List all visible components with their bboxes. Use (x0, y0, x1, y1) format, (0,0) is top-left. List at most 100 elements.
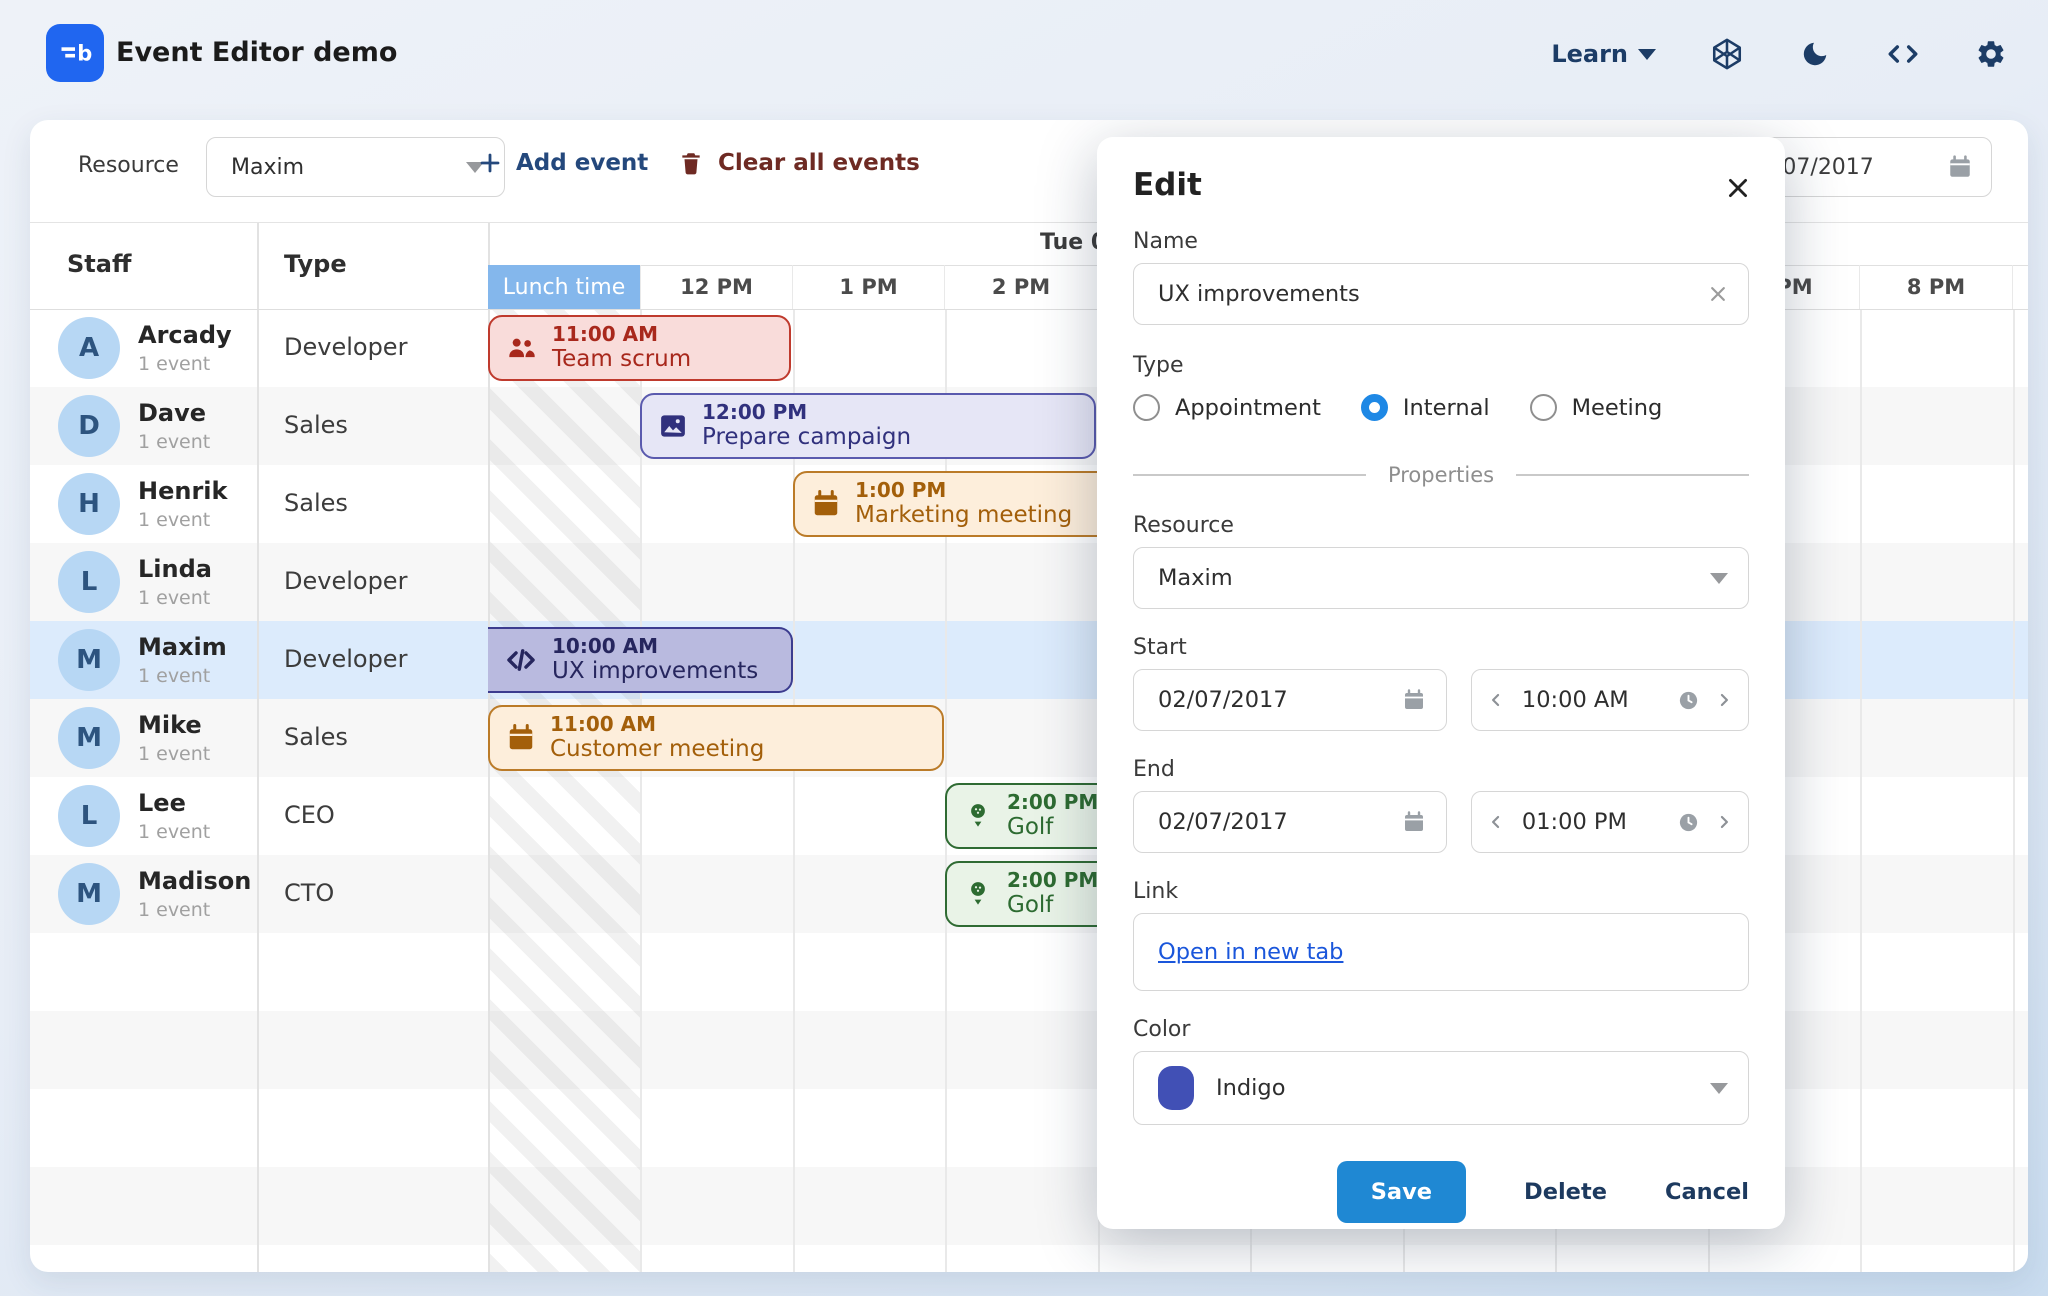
staff-name: Arcady (138, 321, 232, 349)
end-label: End (1133, 757, 1749, 782)
event-title: Golf (1007, 814, 1098, 840)
settings-gear-icon[interactable] (1974, 37, 2008, 71)
end-time-field[interactable]: 01:00 PM (1471, 791, 1749, 853)
event-editor-popup: Edit Name UX improvements Type Appointme… (1097, 137, 1785, 1229)
avatar: L (58, 551, 120, 613)
add-event-label: Add event (516, 150, 648, 176)
radio-icon (1133, 394, 1160, 421)
resource-combo[interactable]: Maxim (206, 137, 505, 197)
event-title: Team scrum (552, 346, 691, 372)
link-field: Open in new tab (1133, 913, 1749, 991)
staff-row-linda[interactable]: L Linda 1 event Developer (30, 543, 488, 621)
staff-event-count: 1 event (138, 743, 210, 765)
delete-button[interactable]: Delete (1524, 1179, 1607, 1205)
event-title: Marketing meeting (855, 502, 1072, 528)
save-button[interactable]: Save (1337, 1161, 1466, 1223)
color-select-value: Indigo (1216, 1075, 1285, 1101)
grid-line (1860, 309, 1862, 1272)
staff-type: CTO (284, 879, 334, 907)
image-icon (658, 411, 688, 441)
color-select[interactable]: Indigo (1133, 1051, 1749, 1125)
cancel-button[interactable]: Cancel (1665, 1179, 1749, 1205)
avatar: M (58, 863, 120, 925)
radio-icon (1530, 394, 1557, 421)
staff-name: Mike (138, 711, 202, 739)
grid-line (640, 309, 642, 1272)
plus-icon (478, 151, 502, 175)
staff-row-lee[interactable]: L Lee 1 event CEO (30, 777, 488, 855)
radio-label: Internal (1403, 395, 1490, 421)
radio-appointment[interactable]: Appointment (1133, 394, 1321, 421)
learn-menu[interactable]: Learn (1551, 40, 1656, 68)
resource-label: Resource (78, 153, 179, 178)
event-time: 2:00 PM (1007, 791, 1098, 814)
event-time: 11:00 AM (550, 713, 764, 736)
code-icon (504, 643, 538, 677)
event-team-scrum[interactable]: 11:00 AM Team scrum (488, 315, 791, 381)
add-event-button[interactable]: Add event (478, 150, 648, 176)
event-customer-meeting[interactable]: 11:00 AM Customer meeting (488, 705, 944, 771)
staff-row-henrik[interactable]: H Henrik 1 event Sales (30, 465, 488, 543)
trash-icon (678, 150, 704, 176)
radio-internal[interactable]: Internal (1361, 394, 1490, 421)
avatar: D (58, 395, 120, 457)
event-prepare-campaign[interactable]: 12:00 PM Prepare campaign (640, 393, 1096, 459)
calendar-icon[interactable] (1402, 810, 1426, 834)
avatar: L (58, 785, 120, 847)
time-increment-chevron-icon[interactable] (1714, 812, 1734, 832)
end-date-field[interactable]: 02/07/2017 (1133, 791, 1447, 853)
code-icon[interactable] (1886, 37, 1920, 71)
start-date-value: 02/07/2017 (1158, 687, 1288, 713)
staff-event-count: 1 event (138, 353, 210, 375)
dark-mode-moon-icon[interactable] (1798, 37, 1832, 71)
radio-meeting[interactable]: Meeting (1530, 394, 1663, 421)
event-time: 2:00 PM (1007, 869, 1098, 892)
event-ux-improvements[interactable]: 10:00 AM UX improvements (488, 627, 793, 693)
app-header: b Event Editor demo Learn (0, 0, 2048, 108)
learn-label: Learn (1551, 40, 1628, 68)
start-label: Start (1133, 635, 1749, 660)
staff-event-count: 1 event (138, 431, 210, 453)
avatar: A (58, 317, 120, 379)
codepen-icon[interactable] (1710, 37, 1744, 71)
chevron-down-icon (1710, 573, 1728, 584)
time-decrement-chevron-icon[interactable] (1486, 812, 1506, 832)
time-slot-2pm: 2 PM (945, 265, 1098, 309)
staff-name: Lee (138, 789, 186, 817)
calendar-icon[interactable] (1402, 688, 1426, 712)
staff-row-mike[interactable]: M Mike 1 event Sales (30, 699, 488, 777)
radio-label: Appointment (1175, 395, 1321, 421)
name-field-value: UX improvements (1158, 281, 1360, 307)
clear-icon[interactable] (1708, 284, 1728, 304)
time-decrement-chevron-icon[interactable] (1486, 690, 1506, 710)
clock-icon[interactable] (1677, 811, 1700, 834)
staff-name: Linda (138, 555, 212, 583)
start-date-field[interactable]: 02/07/2017 (1133, 669, 1447, 731)
staff-event-count: 1 event (138, 509, 210, 531)
calendar-icon (1947, 154, 1973, 180)
clock-icon[interactable] (1677, 689, 1700, 712)
resource-select[interactable]: Maxim (1133, 547, 1749, 609)
staff-row-maxim[interactable]: M Maxim 1 event Developer (30, 621, 488, 699)
type-radio-group: Appointment Internal Meeting (1133, 394, 1749, 421)
clear-all-events-button[interactable]: Clear all events (678, 150, 920, 176)
staff-type: Sales (284, 489, 348, 517)
staff-type: Developer (284, 567, 407, 595)
lunch-time-zone (488, 309, 641, 1272)
event-time: 12:00 PM (702, 401, 911, 424)
resource-combo-value: Maxim (231, 155, 304, 180)
color-swatch (1158, 1066, 1194, 1110)
open-in-new-tab-link[interactable]: Open in new tab (1158, 939, 1343, 965)
staff-row-arcady[interactable]: A Arcady 1 event Developer (30, 309, 488, 387)
staff-event-count: 1 event (138, 587, 210, 609)
staff-row-madison[interactable]: M Madison 1 event CTO (30, 855, 488, 933)
time-slot-8pm: 8 PM (1860, 265, 2013, 309)
time-increment-chevron-icon[interactable] (1714, 690, 1734, 710)
start-time-field[interactable]: 10:00 AM (1471, 669, 1749, 731)
close-icon[interactable] (1725, 175, 1751, 201)
staff-type: Sales (284, 723, 348, 751)
staff-name: Dave (138, 399, 206, 427)
staff-row-dave[interactable]: D Dave 1 event Sales (30, 387, 488, 465)
name-field[interactable]: UX improvements (1133, 263, 1749, 325)
clear-all-events-label: Clear all events (718, 150, 920, 176)
